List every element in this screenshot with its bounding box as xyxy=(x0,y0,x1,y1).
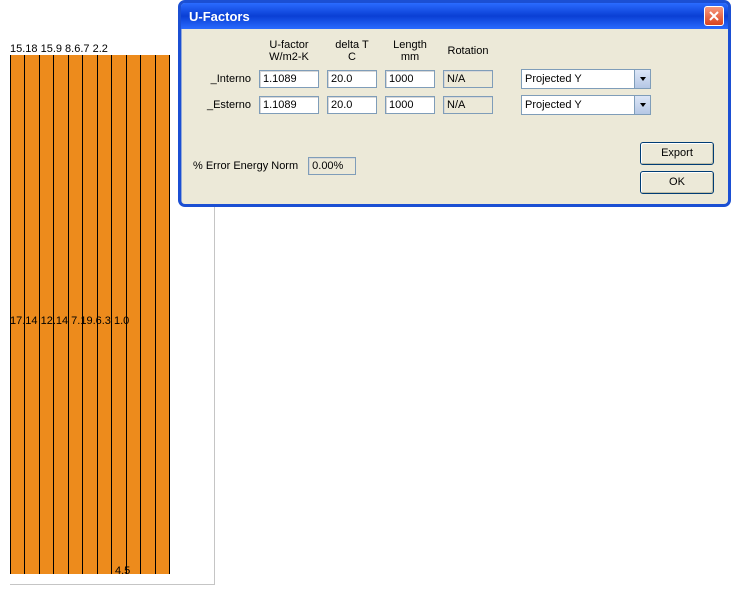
esterno-deltat-field[interactable]: 20.0 xyxy=(327,96,377,114)
diagram-mid-labels: 17.14 12.14 7.19.6.3 1.0 xyxy=(10,315,200,327)
error-energy-line: % Error Energy Norm 0.00% xyxy=(193,157,716,175)
close-icon xyxy=(709,9,719,24)
esterno-ufactor-field[interactable]: 1.1089 xyxy=(259,96,319,114)
error-energy-value: 0.00% xyxy=(308,157,356,175)
ufactor-grid: U-factor W/m2-K delta T C Length mm Rota… xyxy=(193,39,716,115)
dialog-body: U-factor W/m2-K delta T C Length mm Rota… xyxy=(181,29,728,204)
select-value: Projected Y xyxy=(525,73,582,85)
interno-projection-select[interactable]: Projected Y xyxy=(521,69,651,89)
diagram-bottom-label: 4.5 xyxy=(115,565,155,577)
close-button[interactable] xyxy=(704,6,724,26)
ufactors-dialog: U-Factors U-factor W/m2-K delta T C Leng… xyxy=(178,0,731,207)
interno-ufactor-field[interactable]: 1.1089 xyxy=(259,70,319,88)
chevron-down-icon xyxy=(634,96,650,114)
interno-length-field[interactable]: 1000 xyxy=(385,70,435,88)
error-energy-label: % Error Energy Norm xyxy=(193,160,298,172)
esterno-rotation-field: N/A xyxy=(443,96,493,114)
select-value: Projected Y xyxy=(525,99,582,111)
header-rotation: Rotation xyxy=(448,45,489,57)
esterno-length-field[interactable]: 1000 xyxy=(385,96,435,114)
ok-button[interactable]: OK xyxy=(640,171,714,194)
row-label-interno: _Interno xyxy=(211,73,251,85)
diagram-top-labels: 15.18 15.9 8.6.7 2.2 xyxy=(10,43,200,55)
esterno-projection-select[interactable]: Projected Y xyxy=(521,95,651,115)
interno-rotation-field: N/A xyxy=(443,70,493,88)
title-bar[interactable]: U-Factors xyxy=(181,3,728,29)
row-label-esterno: _Esterno xyxy=(207,99,251,111)
header-length: Length mm xyxy=(393,39,427,63)
header-ufactor: U-factor W/m2-K xyxy=(269,39,309,63)
dialog-title: U-Factors xyxy=(189,9,250,24)
interno-deltat-field[interactable]: 20.0 xyxy=(327,70,377,88)
header-deltat: delta T C xyxy=(335,39,368,63)
export-button[interactable]: Export xyxy=(640,142,714,165)
chevron-down-icon xyxy=(634,70,650,88)
